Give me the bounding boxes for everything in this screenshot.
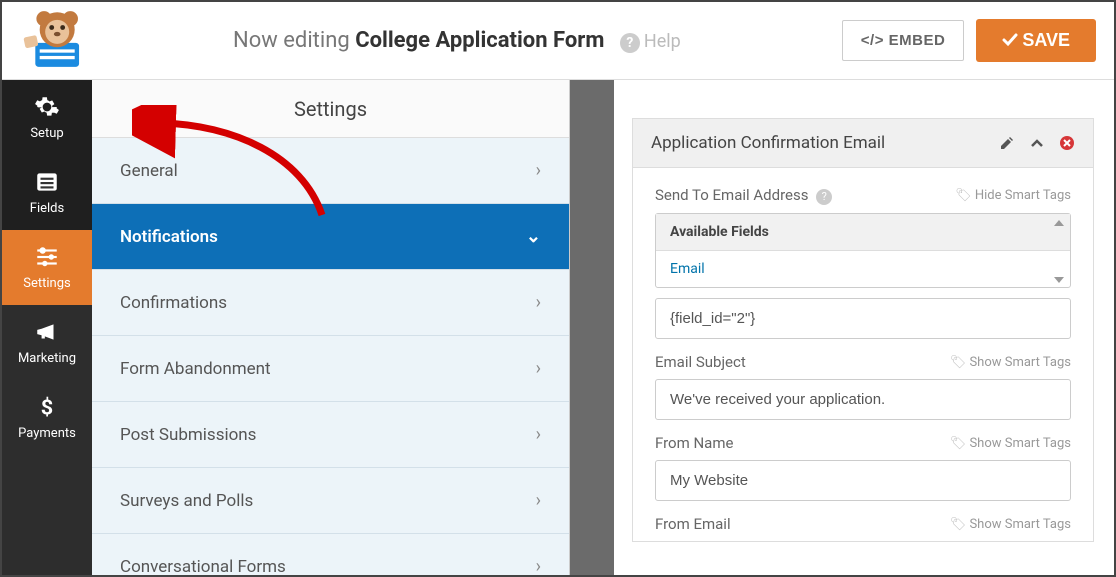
save-button[interactable]: SAVE [976,19,1096,62]
help-icon[interactable]: ? [816,189,832,205]
nav-fields[interactable]: Fields [2,155,92,230]
settings-item-confirmations[interactable]: Confirmations› [92,270,569,336]
panel-header: Application Confirmation Email [633,119,1093,168]
available-fields-box: Available Fields Email [655,213,1071,288]
show-smart-tags[interactable]: Show Smart Tags [950,436,1071,451]
right-content: Application Confirmation Email Send To E… [614,80,1114,575]
top-bar: Now editing College Application Form ?He… [2,2,1114,80]
sliders-icon [34,244,60,270]
settings-item-surveys[interactable]: Surveys and Polls› [92,468,569,534]
help-link[interactable]: ?Help [620,31,681,52]
panel-title: Application Confirmation Email [651,133,985,153]
show-smart-tags[interactable]: Show Smart Tags [950,355,1071,370]
settings-item-conversational[interactable]: Conversational Forms› [92,534,569,575]
subject-input[interactable] [655,379,1071,420]
chevron-right-icon: › [536,292,541,313]
hide-smart-tags[interactable]: Hide Smart Tags [955,188,1071,203]
dollar-icon: $ [34,394,60,420]
megaphone-icon [34,319,60,345]
collapse-icon[interactable] [1029,135,1045,151]
code-icon: </> [861,32,884,49]
edit-icon[interactable] [999,135,1015,151]
nav-marketing[interactable]: Marketing [2,305,92,380]
list-icon [34,169,60,195]
left-nav: Setup Fields Settings Marketing $ Paymen… [2,80,92,575]
settings-item-notifications[interactable]: Notifications⌄ [92,204,569,270]
nav-label: Payments [18,426,76,441]
chevron-right-icon: › [536,556,541,575]
chevron-right-icon: › [536,424,541,445]
gear-icon [34,94,60,120]
send-to-input[interactable] [655,298,1071,339]
nav-payments[interactable]: $ Payments [2,380,92,455]
main-body: Setup Fields Settings Marketing $ Paymen… [2,80,1114,575]
settings-item-post-submissions[interactable]: Post Submissions› [92,402,569,468]
available-fields-header: Available Fields [656,214,1070,251]
settings-column: Settings General› Notifications⌄ Confirm… [92,80,570,575]
delete-icon[interactable] [1059,135,1075,151]
from-name-label: From Name [655,434,733,452]
nav-settings[interactable]: Settings [2,230,92,305]
from-name-input[interactable] [655,460,1071,501]
nav-label: Setup [30,126,63,141]
show-smart-tags[interactable]: Show Smart Tags [950,517,1071,532]
check-icon [1002,32,1018,48]
editing-title: Now editing College Application Form ?He… [90,28,824,53]
settings-item-form-abandonment[interactable]: Form Abandonment› [92,336,569,402]
chevron-down-icon: ⌄ [526,226,541,247]
chevron-right-icon: › [536,358,541,379]
panel-body: Send To Email Address ? Hide Smart Tags … [633,168,1093,533]
nav-setup[interactable]: Setup [2,80,92,155]
chevron-right-icon: › [536,490,541,511]
subject-label: Email Subject [655,353,746,371]
app-logo-icon [20,13,90,69]
nav-label: Settings [23,276,70,291]
chevron-right-icon: › [536,160,541,181]
available-field-email[interactable]: Email [656,251,1070,287]
notification-panel: Application Confirmation Email Send To E… [632,118,1094,542]
settings-header: Settings [92,80,569,138]
form-name: College Application Form [355,28,604,53]
embed-button[interactable]: </> EMBED [842,20,965,61]
settings-list: General› Notifications⌄ Confirmations› F… [92,138,569,575]
nav-label: Marketing [18,351,76,366]
settings-item-general[interactable]: General› [92,138,569,204]
svg-text:$: $ [41,396,53,420]
nav-label: Fields [30,201,64,216]
editing-prefix: Now editing [233,28,350,53]
from-email-label: From Email [655,515,731,533]
send-to-label: Send To Email Address ? [655,186,832,205]
divider-gap [570,80,614,575]
